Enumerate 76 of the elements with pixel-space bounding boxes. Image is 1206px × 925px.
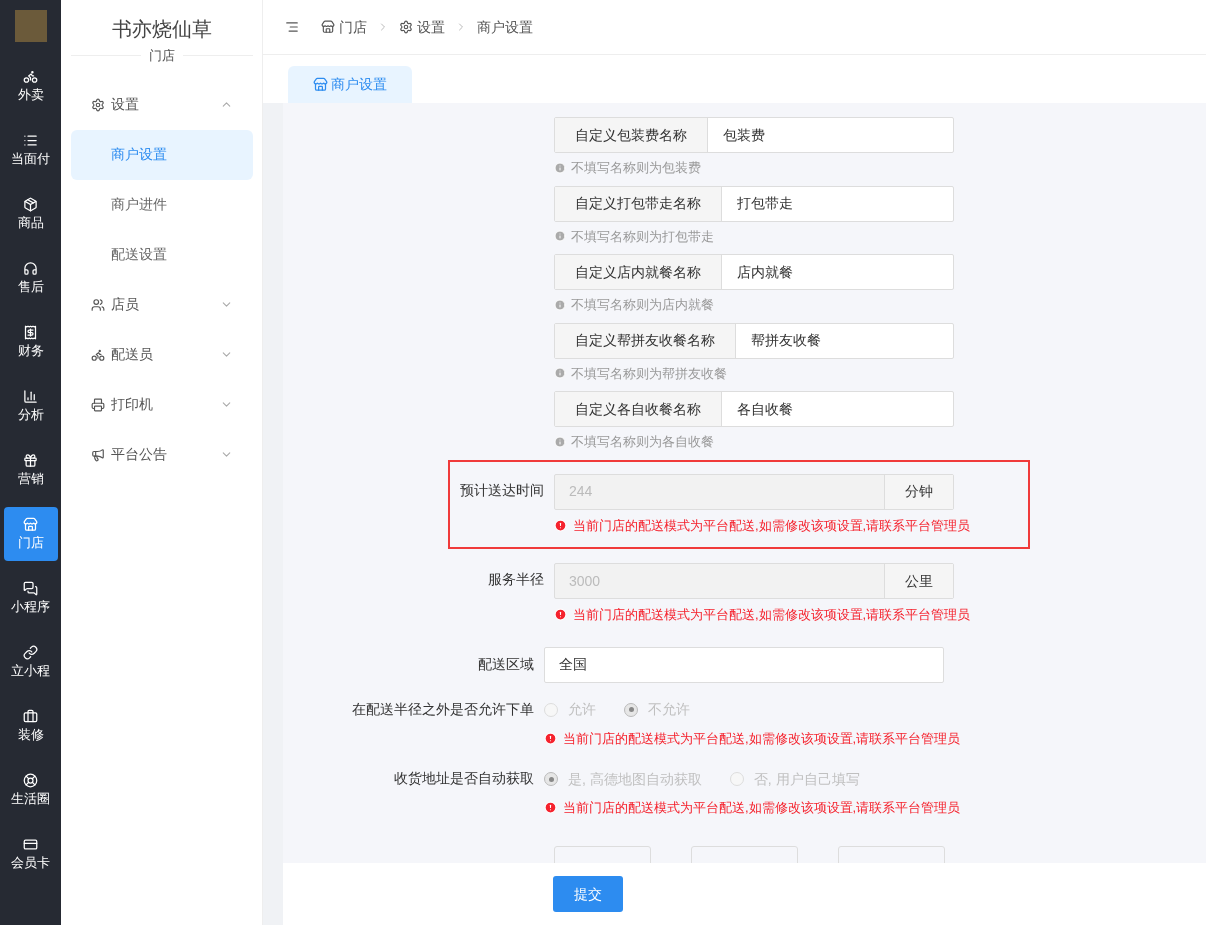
rail-item[interactable]: 小程序 <box>3 571 58 625</box>
field-label: 在配送半径之外是否允许下单 <box>352 700 534 717</box>
store-icon <box>23 517 38 532</box>
rail-item[interactable]: 分析 <box>3 379 58 433</box>
info-icon <box>554 367 566 380</box>
warning-text: 当前门店的配送模式为平台配送,如需修改该项设置,请联系平台管理员 <box>563 729 961 748</box>
warning-text: 当前门店的配送模式为平台配送,如需修改该项设置,请联系平台管理员 <box>573 606 971 624</box>
info-icon <box>554 298 566 311</box>
settings-icon <box>399 20 413 34</box>
settings-icon <box>90 97 105 112</box>
rail-item[interactable]: 外卖 <box>3 59 58 113</box>
error-icon <box>544 801 557 815</box>
chat-bubbles-icon <box>23 581 38 596</box>
scooter-icon <box>23 69 38 84</box>
rail-item[interactable]: 营销 <box>3 443 58 497</box>
breadcrumb-link[interactable]: 商户设置 <box>477 16 533 38</box>
lifebuoy-icon <box>23 773 38 788</box>
store-name: 书亦烧仙草 <box>111 17 212 42</box>
field-hint: 不填写名称则为打包带走 <box>571 227 714 246</box>
breadcrumb-link[interactable]: 门店 <box>321 16 367 38</box>
field-label: 预计送达时间 <box>460 481 544 498</box>
rail-item[interactable]: 商品 <box>3 187 58 241</box>
info-icon <box>554 230 566 243</box>
bar-chart-icon <box>23 389 38 404</box>
field-label: 配送区域 <box>478 656 534 672</box>
rail-item[interactable]: 生活圈 <box>3 763 58 817</box>
rail-item[interactable]: 立小程 <box>3 635 58 689</box>
users-icon <box>90 297 105 312</box>
rail-item[interactable]: 装修 <box>3 699 58 753</box>
store-icon <box>321 20 335 34</box>
scooter-icon <box>90 347 105 362</box>
input-field[interactable]: 自定义帮拼友收餐名称 帮拼友收餐 <box>554 322 954 359</box>
input-field[interactable]: 全国 <box>544 646 944 683</box>
field-label: 服务半径 <box>488 571 544 587</box>
rail-item[interactable]: 售后 <box>3 251 58 305</box>
error-icon <box>544 731 557 745</box>
sidebar-subtitle: 门店 <box>147 47 176 65</box>
printer-icon <box>90 397 105 412</box>
input-field[interactable]: 自定义店内就餐名称 店内就餐 <box>554 254 954 290</box>
error-icon <box>554 608 567 622</box>
field-hint: 不填写名称则为各自收餐 <box>571 433 714 451</box>
warning-text: 当前门店的配送模式为平台配送,如需修改该项设置,请联系平台管理员 <box>573 516 971 535</box>
input-field[interactable]: 自定义打包带走名称 打包带走 <box>554 185 954 222</box>
link-icon <box>23 645 38 660</box>
menu-group[interactable]: 打印机 <box>70 379 253 430</box>
info-icon <box>554 435 566 448</box>
rail-item[interactable]: 财务 <box>3 315 58 369</box>
field-label: 收货地址是否自动获取 <box>394 770 534 786</box>
headphones-icon <box>23 261 38 276</box>
field-hint: 不填写名称则为帮拼友收餐 <box>571 364 727 383</box>
menu-group[interactable]: 设置 <box>70 79 253 130</box>
input-field[interactable]: 自定义包装费名称 包装费 <box>554 117 954 153</box>
breadcrumb-link[interactable]: 设置 <box>399 16 445 38</box>
error-icon <box>554 518 567 532</box>
menu-item[interactable]: 商户进件 <box>70 179 253 230</box>
field-hint: 不填写名称则为店内就餐 <box>571 296 714 314</box>
menu-group[interactable]: 店员 <box>70 279 253 330</box>
warning-text: 当前门店的配送模式为平台配送,如需修改该项设置,请联系平台管理员 <box>563 799 961 817</box>
field-hint: 不填写名称则为包装费 <box>571 159 701 177</box>
menu-group[interactable]: 配送员 <box>70 329 253 380</box>
list-icon <box>23 133 38 148</box>
menu-item[interactable]: 配送设置 <box>70 229 253 280</box>
receipt-icon <box>23 325 38 340</box>
rail-item[interactable]: 当面付 <box>3 123 58 177</box>
card-icon <box>23 837 38 852</box>
gift-icon <box>23 453 38 468</box>
rail-item[interactable]: 会员卡 <box>3 827 58 881</box>
toolbox-icon <box>23 709 38 724</box>
menu-group[interactable]: 平台公告 <box>70 429 253 480</box>
megaphone-icon <box>90 447 105 462</box>
store-icon <box>313 77 328 92</box>
info-icon <box>554 161 566 174</box>
collapse-menu-icon[interactable] <box>285 20 299 34</box>
box-icon <box>23 197 38 212</box>
store-photo-placeholder <box>14 10 47 42</box>
input-field[interactable]: 自定义各自收餐名称 各自收餐 <box>554 391 954 427</box>
